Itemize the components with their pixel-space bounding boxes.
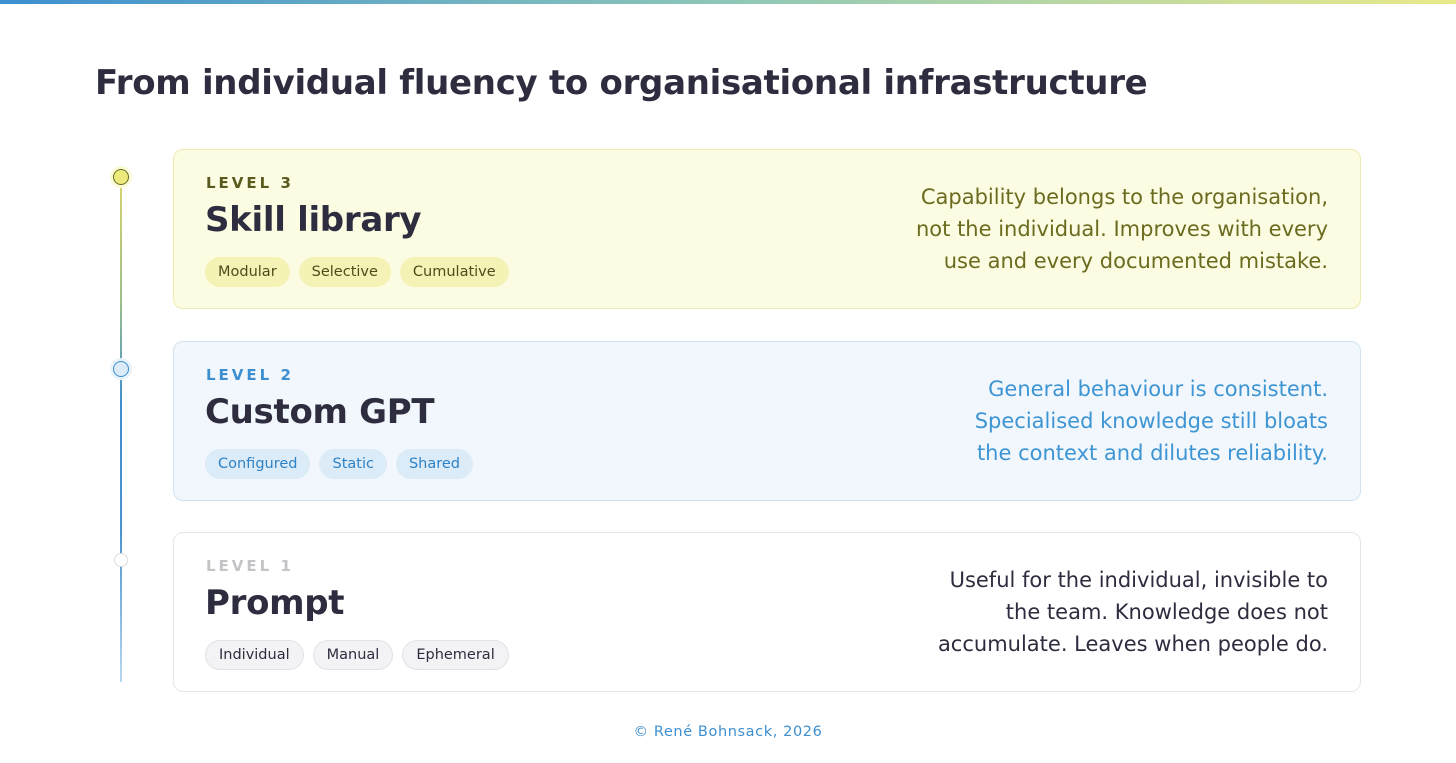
timeline-dot-level-1 bbox=[114, 553, 128, 567]
level-label: LEVEL 3 bbox=[206, 174, 294, 192]
description-line: General behaviour is consistent. bbox=[988, 377, 1328, 401]
description-line: the team. Knowledge does not bbox=[1005, 600, 1328, 624]
tag: Selective bbox=[298, 257, 391, 287]
copyright-footer: © René Bohnsack, 2026 bbox=[633, 724, 823, 740]
tag-list: Configured Static Shared bbox=[205, 449, 474, 479]
tag-list: Modular Selective Cumulative bbox=[205, 257, 509, 287]
level-card-prompt: LEVEL 1 Prompt Individual Manual Ephemer… bbox=[173, 532, 1361, 692]
tag: Shared bbox=[395, 449, 474, 479]
level-title: Prompt bbox=[205, 583, 345, 623]
description-line: the context and dilutes reliability. bbox=[976, 441, 1328, 465]
level-title: Custom GPT bbox=[205, 392, 435, 432]
description-line: accumulate. Leaves when people do. bbox=[937, 632, 1328, 656]
description-line: Specialised knowledge still bloats bbox=[974, 409, 1328, 433]
level-description: Useful for the individual, invisible to … bbox=[858, 564, 1328, 660]
level-card-custom-gpt: LEVEL 2 Custom GPT Configured Static Sha… bbox=[173, 341, 1361, 501]
level-description: General behaviour is consistent. Special… bbox=[858, 373, 1328, 469]
description-line: use and every documented mistake. bbox=[943, 249, 1328, 273]
level-label: LEVEL 1 bbox=[206, 557, 294, 575]
top-gradient-bar bbox=[0, 0, 1456, 4]
level-title: Skill library bbox=[205, 200, 422, 240]
tag: Static bbox=[319, 449, 387, 479]
timeline-line bbox=[120, 176, 122, 682]
tag-list: Individual Manual Ephemeral bbox=[205, 640, 509, 670]
timeline-dot-level-3 bbox=[113, 169, 129, 185]
tag: Ephemeral bbox=[402, 640, 509, 670]
description-line: not the individual. Improves with every bbox=[916, 217, 1328, 241]
description-line: Useful for the individual, invisible to bbox=[949, 568, 1328, 592]
tag: Individual bbox=[205, 640, 304, 670]
description-line: Capability belongs to the organisation, bbox=[920, 185, 1328, 209]
tag: Cumulative bbox=[399, 257, 509, 287]
tag: Modular bbox=[205, 257, 290, 287]
level-card-skill-library: LEVEL 3 Skill library Modular Selective … bbox=[173, 149, 1361, 309]
timeline-dot-level-2 bbox=[113, 361, 129, 377]
tag: Manual bbox=[312, 640, 394, 670]
tag: Configured bbox=[205, 449, 311, 479]
level-label: LEVEL 2 bbox=[206, 366, 294, 384]
level-description: Capability belongs to the organisation, … bbox=[858, 181, 1328, 277]
page-title: From individual fluency to organisationa… bbox=[95, 63, 1148, 103]
